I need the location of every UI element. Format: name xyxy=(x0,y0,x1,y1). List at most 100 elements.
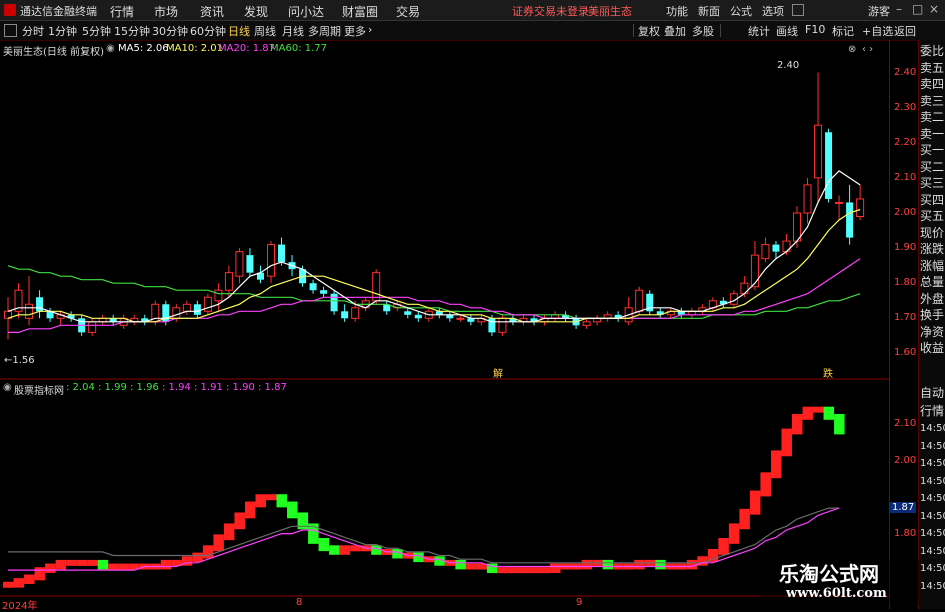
indicator-block xyxy=(66,559,77,566)
side-lower-item-4[interactable]: 14:50 xyxy=(920,456,945,471)
mark-button[interactable]: 标记 xyxy=(832,23,854,39)
candle-body xyxy=(498,317,507,333)
indicator-block xyxy=(749,490,761,515)
minimize-button[interactable]: – xyxy=(896,2,902,16)
menu-function[interactable]: 功能 xyxy=(666,3,688,19)
side-item-2[interactable]: 卖四 xyxy=(920,77,945,92)
period-30min[interactable]: 30分钟 xyxy=(152,23,188,39)
side-item-15[interactable]: 外盘 xyxy=(920,292,945,307)
indicator-block xyxy=(760,472,771,497)
draw-line-button[interactable]: 画线 xyxy=(776,23,798,39)
menu-market-quotes[interactable]: 行情 xyxy=(110,3,134,20)
sub-indicator-settings-icon[interactable]: ◉ xyxy=(3,382,12,393)
sub-value-5: : 1.90 xyxy=(226,382,258,393)
side-lower-item-2[interactable]: 14:50 xyxy=(920,421,945,436)
collapse-icon[interactable] xyxy=(4,24,17,37)
side-lower-item-10[interactable]: 14:50 xyxy=(920,561,945,576)
period-15min[interactable]: 15分钟 xyxy=(114,23,150,39)
pane-chevron-icon[interactable]: ‹ › xyxy=(862,44,873,55)
side-lower-item-6[interactable]: 14:50 xyxy=(920,491,945,506)
menu-news[interactable]: 资讯 xyxy=(200,3,224,20)
period-monthly[interactable]: 月线 xyxy=(282,23,304,39)
menu-discover[interactable]: 发现 xyxy=(244,3,268,20)
indicator-block xyxy=(34,567,46,581)
app-logo-icon xyxy=(4,4,16,16)
side-lower-item-3[interactable]: 14:50 xyxy=(920,439,945,454)
candle-body xyxy=(782,240,791,253)
indicator-block xyxy=(518,567,529,574)
candle-body xyxy=(330,293,338,312)
menu-formula[interactable]: 公式 xyxy=(730,3,752,19)
side-lower-item-8[interactable]: 14:50 xyxy=(920,526,945,541)
event-marker-unlock[interactable]: 解 xyxy=(493,365,503,380)
login-icon[interactable] xyxy=(792,4,804,16)
side-lower-item-1[interactable]: 行情 xyxy=(920,404,945,419)
period-60min[interactable]: 60分钟 xyxy=(190,23,226,39)
period-timeshare[interactable]: 分时 xyxy=(22,23,44,39)
menu-trade[interactable]: 交易 xyxy=(396,3,420,20)
period-daily[interactable]: 日线 xyxy=(228,23,250,39)
multi-stock-button[interactable]: 多股 xyxy=(692,23,714,39)
side-item-18[interactable]: 收益 xyxy=(920,341,945,356)
side-item-6[interactable]: 买一 xyxy=(920,143,945,158)
side-item-16[interactable]: 换手 xyxy=(920,308,945,323)
close-button[interactable]: × xyxy=(929,2,939,16)
event-marker-fall[interactable]: 跌 xyxy=(823,365,833,380)
candle-body xyxy=(825,132,833,199)
side-item-3[interactable]: 卖三 xyxy=(920,94,945,109)
side-item-1[interactable]: 卖五 xyxy=(920,61,945,76)
side-lower-item-0[interactable]: 自动 xyxy=(920,386,945,401)
ma60-line xyxy=(7,265,861,319)
indicator-settings-icon[interactable]: ◉ xyxy=(106,43,115,54)
indicator-block xyxy=(823,406,835,420)
sub-tick-3: 1.80 xyxy=(894,527,917,539)
side-item-10[interactable]: 买五 xyxy=(920,209,945,224)
side-item-11[interactable]: 现价 xyxy=(920,226,945,241)
add-watchlist-button[interactable]: +自选 xyxy=(862,23,893,39)
back-button[interactable]: 返回 xyxy=(894,23,916,39)
menu-market[interactable]: 市场 xyxy=(154,3,178,20)
side-item-12[interactable]: 涨跌 xyxy=(920,242,945,257)
sub-value-3: : 1.94 xyxy=(162,382,194,393)
side-item-8[interactable]: 买三 xyxy=(920,176,945,191)
menu-new-page[interactable]: 新面 xyxy=(698,3,720,19)
more-chevron-icon[interactable]: › xyxy=(368,23,372,36)
side-item-14[interactable]: 总量 xyxy=(920,275,945,290)
indicator-block xyxy=(276,494,288,508)
indicator-block xyxy=(507,567,519,574)
period-1min[interactable]: 1分钟 xyxy=(48,23,77,39)
chart-canvas[interactable] xyxy=(0,40,889,609)
login-warning[interactable]: 证券交易未登录 xyxy=(512,3,589,19)
side-lower-item-5[interactable]: 14:50 xyxy=(920,474,945,489)
side-item-17[interactable]: 净资 xyxy=(920,325,945,340)
menu-options[interactable]: 选项 xyxy=(762,3,784,19)
candle-body xyxy=(172,307,181,319)
indicator-block xyxy=(87,559,98,566)
side-item-4[interactable]: 卖二 xyxy=(920,110,945,125)
price-tick-8: 1.60 xyxy=(894,347,917,359)
side-lower-item-11[interactable]: 14:50 xyxy=(920,579,945,594)
f10-button[interactable]: F10 xyxy=(805,23,825,36)
period-weekly[interactable]: 周线 xyxy=(254,23,276,39)
side-lower-item-7[interactable]: 14:50 xyxy=(920,509,945,524)
candle-body xyxy=(740,282,749,295)
side-item-9[interactable]: 买四 xyxy=(920,193,945,208)
menu-wealth[interactable]: 财富圈 xyxy=(342,3,378,20)
overlay-button[interactable]: 叠加 xyxy=(664,23,686,39)
period-5min[interactable]: 5分钟 xyxy=(82,23,111,39)
pane-close-icon[interactable]: ⊗ xyxy=(848,44,856,55)
side-item-0[interactable]: 委比 xyxy=(920,44,945,59)
indicator-block xyxy=(497,567,508,574)
period-multi[interactable]: 多周期 xyxy=(308,23,341,39)
side-item-13[interactable]: 涨幅 xyxy=(920,259,945,274)
restore-rights-button[interactable]: 复权 xyxy=(638,23,660,39)
side-item-5[interactable]: 卖一 xyxy=(920,127,945,142)
statistics-button[interactable]: 统计 xyxy=(748,23,770,39)
side-item-7[interactable]: 买二 xyxy=(920,160,945,175)
menu-ask[interactable]: 问小达 xyxy=(288,3,324,20)
price-tick-1: 2.30 xyxy=(894,101,917,113)
period-more[interactable]: 更多 xyxy=(344,23,366,39)
maximize-button[interactable]: □ xyxy=(912,2,923,16)
side-lower-item-9[interactable]: 14:50 xyxy=(920,544,945,559)
candle-body xyxy=(235,251,244,277)
